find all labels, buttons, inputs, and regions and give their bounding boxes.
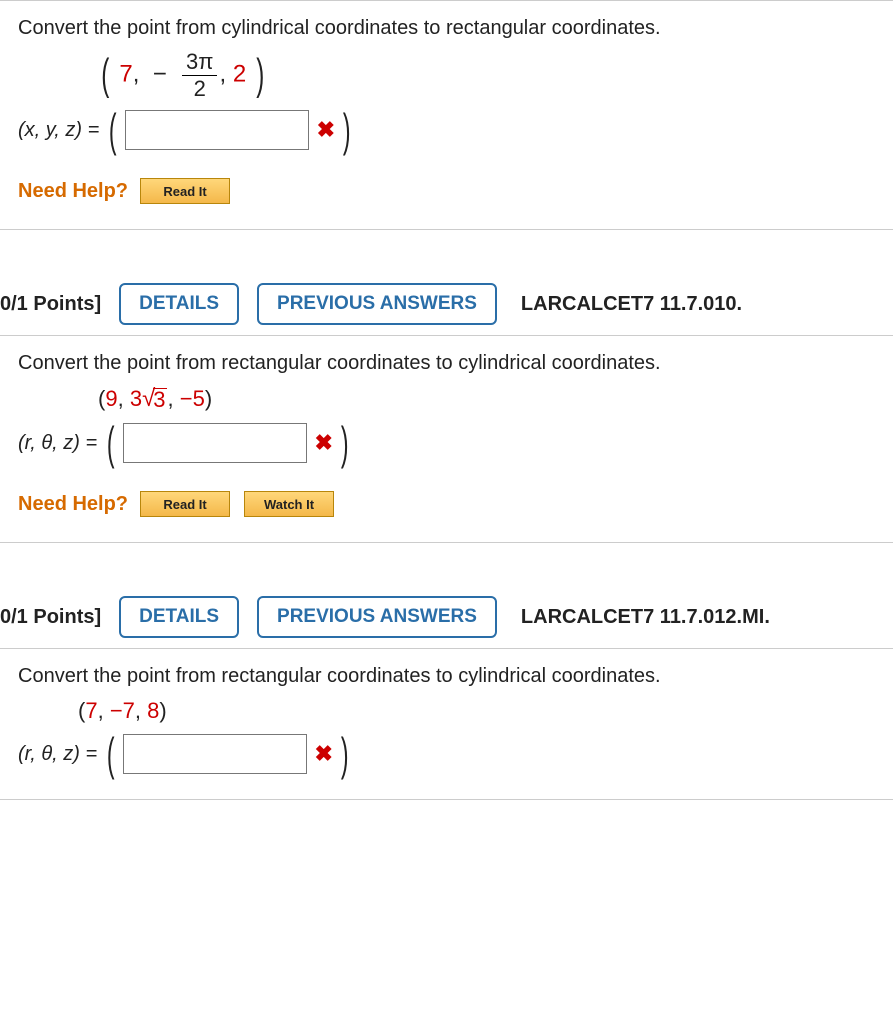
rparen-icon: ) [256,50,264,100]
coord-r: 7 [119,60,132,87]
need-help-label: Need Help? [18,493,128,516]
coord-z: −5 [180,386,205,411]
question-2-answer-row: (r, θ, z) = ( ✖ ) [18,423,875,463]
coord-z: 8 [147,698,159,723]
question-reference: LARCALCET7 11.7.010. [521,293,742,316]
question-1-panel: Convert the point from cylindrical coord… [0,0,893,230]
question-3-answer-row: (r, θ, z) = ( ✖ ) [18,734,875,774]
question-2-panel: Convert the point from rectangular coord… [0,335,893,543]
answer-lhs: (r, θ, z) = [18,743,97,766]
incorrect-icon: ✖ [315,741,333,767]
answer-lhs: (x, y, z) = [18,119,99,142]
question-1-given: ( 7, − 3π 2 , 2 ) [98,50,875,100]
details-button[interactable]: DETAILS [119,283,239,325]
need-help-row: Need Help? Read It Watch It [18,491,875,517]
watch-it-button[interactable]: Watch It [244,491,334,517]
question-2-given: (9, 3√3, −5) [98,385,875,413]
frac-denominator: 2 [182,76,217,100]
coord-y: −7 [110,698,135,723]
need-help-label: Need Help? [18,180,128,203]
previous-answers-button[interactable]: PREVIOUS ANSWERS [257,596,497,638]
points-label: 0/1 Points] [0,606,101,629]
coord-x: 7 [85,698,97,723]
need-help-row: Need Help? Read It [18,178,875,204]
coord-z: 2 [233,60,246,87]
question-3-panel: Convert the point from rectangular coord… [0,648,893,800]
question-1-answer-row: (x, y, z) = ( ✖ ) [18,110,875,150]
question-2-header: 0/1 Points] DETAILS PREVIOUS ANSWERS LAR… [0,283,893,335]
question-1-prompt: Convert the point from cylindrical coord… [18,17,875,40]
question-3-given: (7, −7, 8) [78,698,875,724]
incorrect-icon: ✖ [317,117,335,143]
coord-theta-fraction: 3π 2 [182,51,217,100]
question-3-header: 0/1 Points] DETAILS PREVIOUS ANSWERS LAR… [0,596,893,648]
previous-answers-button[interactable]: PREVIOUS ANSWERS [257,283,497,325]
answer-input[interactable] [123,423,307,463]
question-reference: LARCALCET7 11.7.012.MI. [521,606,770,629]
answer-input[interactable] [125,110,309,150]
question-2-prompt: Convert the point from rectangular coord… [18,352,875,375]
details-button[interactable]: DETAILS [119,596,239,638]
read-it-button[interactable]: Read It [140,178,230,204]
lparen-icon: ( [101,50,109,100]
read-it-button[interactable]: Read It [140,491,230,517]
answer-lhs: (r, θ, z) = [18,432,97,455]
coord-y: 3√3 [130,386,168,411]
answer-input[interactable] [123,734,307,774]
frac-numerator: 3π [182,51,217,76]
question-3-prompt: Convert the point from rectangular coord… [18,665,875,688]
points-label: 0/1 Points] [0,293,101,316]
incorrect-icon: ✖ [315,430,333,456]
coord-x: 9 [105,386,117,411]
